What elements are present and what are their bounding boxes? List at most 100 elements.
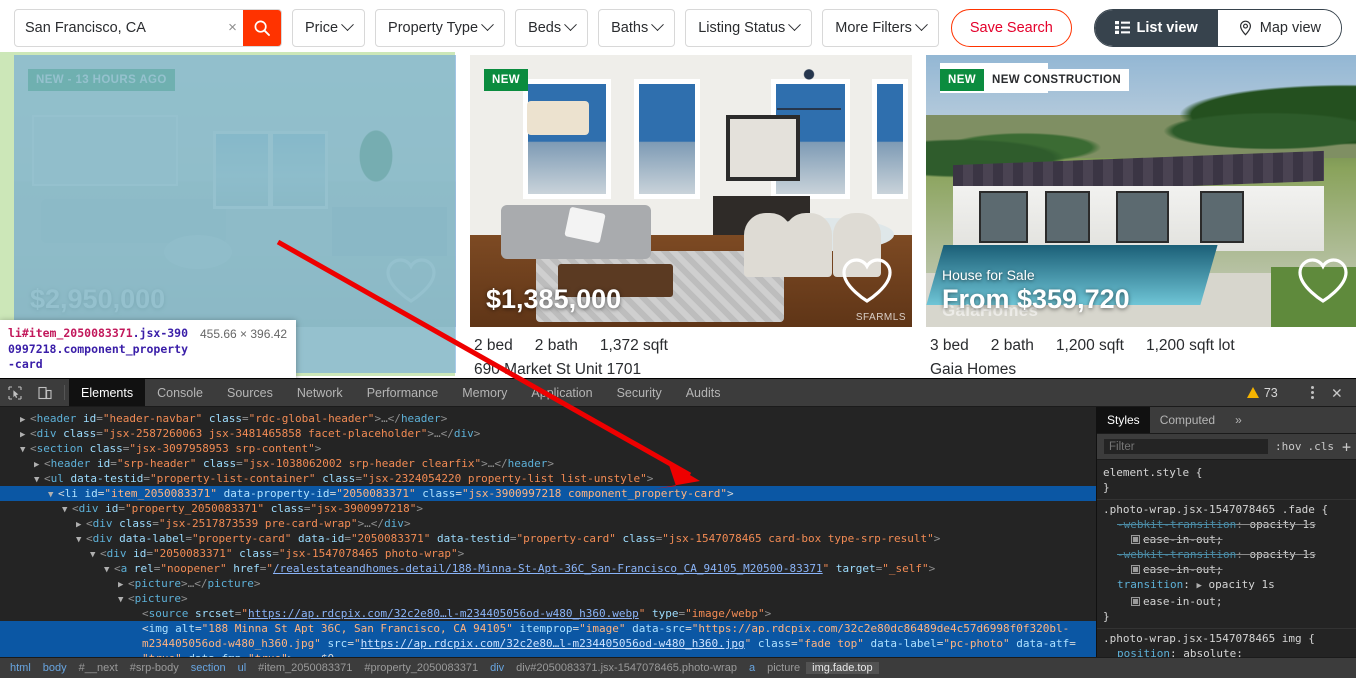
dom-node-row[interactable]: ▶<header id="srp-header" class="jsx-1038… xyxy=(0,456,1096,471)
filter-label: Baths xyxy=(611,20,648,36)
breadcrumb-item[interactable]: #item_2050083371 xyxy=(252,662,358,674)
device-toolbar-button[interactable] xyxy=(30,379,60,406)
chevron-down-icon xyxy=(481,18,494,31)
save-search-button[interactable]: Save Search xyxy=(951,9,1072,47)
property-price-3: From $359,720 xyxy=(942,284,1130,315)
styles-filter-bar: :hov .cls + xyxy=(1097,434,1356,460)
dom-node-row[interactable]: ▼<div id="2050083371" class="jsx-1547078… xyxy=(0,546,1096,561)
location-search-box[interactable]: × xyxy=(14,9,282,47)
computed-tab[interactable]: Computed xyxy=(1150,407,1225,433)
save-property-heart-3[interactable] xyxy=(1296,256,1350,309)
status-badge: NEW - 13 HOURS AGO xyxy=(28,69,175,91)
devtools-tab-application[interactable]: Application xyxy=(519,379,604,406)
new-style-rule-button[interactable]: + xyxy=(1340,438,1353,456)
property-details-3: 3 bed 2 bath 1,200 sqft 1,200 sqft lot G… xyxy=(926,327,1356,378)
warning-counter[interactable]: 73 xyxy=(1239,386,1286,400)
dom-tree-pane[interactable]: ▶<header id="header-navbar" class="rdc-g… xyxy=(0,407,1096,678)
breadcrumb-item[interactable]: img.fade.top xyxy=(806,662,879,674)
filter-listing-status-button[interactable]: Listing Status xyxy=(685,9,812,47)
filter-label: More Filters xyxy=(835,20,912,36)
devtools-close-button[interactable]: ✕ xyxy=(1326,383,1348,403)
property-card-2[interactable]: NEW $1,385,000 SFARMLS 2 bed 2 bath 1,37… xyxy=(470,55,912,378)
breadcrumb-item[interactable]: html xyxy=(4,662,37,674)
style-rule[interactable]: .photo-wrap.jsx-1547078465 .fade {-webki… xyxy=(1097,500,1356,629)
filter-price-button[interactable]: Price xyxy=(292,9,365,47)
hov-toggle[interactable]: :hov xyxy=(1275,440,1302,453)
dom-node-row[interactable]: <source srcset="https://ap.rdcpix.com/32… xyxy=(0,606,1096,621)
property-address-2: 690 Market St Unit 1701 xyxy=(474,361,908,378)
dom-node-row[interactable]: m234405056od-w480_h360.jpg" src="https:/… xyxy=(0,636,1096,651)
devtools-tab-security[interactable]: Security xyxy=(605,379,674,406)
styles-tab[interactable]: Styles xyxy=(1097,407,1150,433)
dom-node-row[interactable]: <img alt="188 Minna St Apt 36C, San Fran… xyxy=(0,621,1096,636)
filter-baths-button[interactable]: Baths xyxy=(598,9,675,47)
map-view-tab[interactable]: Map view xyxy=(1218,10,1341,46)
devtools-tab-sources[interactable]: Sources xyxy=(215,379,285,406)
search-button[interactable] xyxy=(243,9,281,47)
list-view-tab[interactable]: List view xyxy=(1095,10,1218,46)
status-badge-construction: NEW CONSTRUCTION xyxy=(984,69,1129,91)
save-property-heart-1[interactable] xyxy=(384,256,438,309)
status-badge-row: NEW NEW CONSTRUCTION xyxy=(940,69,1129,91)
breadcrumb-item[interactable]: ul xyxy=(232,662,253,674)
devtools-menu-button[interactable] xyxy=(1303,386,1322,399)
styles-rules-list[interactable]: element.style {}.photo-wrap.jsx-15470784… xyxy=(1097,460,1356,678)
breadcrumb-item[interactable]: #srp-body xyxy=(124,662,185,674)
filter-more-filters-button[interactable]: More Filters xyxy=(822,9,939,47)
style-rule[interactable]: element.style {} xyxy=(1097,463,1356,500)
filter-property-type-button[interactable]: Property Type xyxy=(375,9,505,47)
dom-node-row[interactable]: ▼<div data-label="property-card" data-id… xyxy=(0,531,1096,546)
devtools-tab-elements[interactable]: Elements xyxy=(69,379,145,406)
property-type-label-3: House for Sale xyxy=(942,267,1035,283)
dom-node-row[interactable]: ▼<section class="jsx-3097958953 srp-cont… xyxy=(0,441,1096,456)
property-photo-wrap-1[interactable]: NEW - 13 HOURS AGO $2,950,000 xyxy=(14,55,456,327)
property-photo-wrap-3[interactable]: Gaia Homes NEW NEW CONSTRUCTION GaiaHome… xyxy=(926,55,1356,327)
style-declaration[interactable]: -webkit-transition: opacity 1sease-in-ou… xyxy=(1103,517,1350,547)
save-property-heart-2[interactable] xyxy=(840,256,894,309)
style-rule-selector: element.style { xyxy=(1103,465,1350,480)
chevron-down-icon xyxy=(341,18,354,31)
breadcrumb-item[interactable]: #__next xyxy=(73,662,124,674)
breadcrumb-item[interactable]: picture xyxy=(761,662,806,674)
property-card-3[interactable]: Gaia Homes NEW NEW CONSTRUCTION GaiaHome… xyxy=(926,55,1356,378)
search-input[interactable] xyxy=(15,10,222,46)
devtools-tab-console[interactable]: Console xyxy=(145,379,215,406)
cls-toggle[interactable]: .cls xyxy=(1308,440,1335,453)
list-icon xyxy=(1115,21,1130,34)
devtools-tab-network[interactable]: Network xyxy=(285,379,355,406)
filter-beds-button[interactable]: Beds xyxy=(515,9,588,47)
dom-breadcrumb[interactable]: htmlbody#__next#srp-bodysectionul#item_2… xyxy=(0,657,1356,678)
map-pin-icon xyxy=(1238,20,1253,36)
breadcrumb-item[interactable]: #property_2050083371 xyxy=(358,662,484,674)
dom-node-row[interactable]: ▼<li id="item_2050083371" data-property-… xyxy=(0,486,1096,501)
styles-filter-input[interactable] xyxy=(1103,438,1269,455)
breadcrumb-item[interactable]: div xyxy=(484,662,510,674)
dom-node-row[interactable]: ▼<picture> xyxy=(0,591,1096,606)
list-view-label: List view xyxy=(1137,20,1198,36)
breadcrumb-item[interactable]: body xyxy=(37,662,73,674)
more-tabs-button[interactable]: » xyxy=(1225,407,1252,433)
breadcrumb-item[interactable]: section xyxy=(185,662,232,674)
breadcrumb-item[interactable]: div#2050083371.jsx-1547078465.photo-wrap xyxy=(510,662,743,674)
dom-node-row[interactable]: ▼<ul data-testid="property-list-containe… xyxy=(0,471,1096,486)
search-icon xyxy=(253,19,271,37)
property-photo-wrap-2[interactable]: NEW $1,385,000 SFARMLS xyxy=(470,55,912,327)
property-address-3: Gaia Homes xyxy=(930,361,1356,378)
dom-node-row[interactable]: ▶<div class="jsx-2517873539 pre-card-wra… xyxy=(0,516,1096,531)
clear-search-icon[interactable]: × xyxy=(222,10,243,46)
devtools-tab-memory[interactable]: Memory xyxy=(450,379,519,406)
dom-node-row[interactable]: ▶<header id="header-navbar" class="rdc-g… xyxy=(0,411,1096,426)
dom-node-row[interactable]: ▼<div id="property_2050083371" class="js… xyxy=(0,501,1096,516)
style-declaration[interactable]: -webkit-transition: opacity 1sease-in-ou… xyxy=(1103,547,1350,577)
heart-icon xyxy=(384,256,438,304)
dom-node-row[interactable]: ▶<div class="jsx-2587260063 jsx-34814658… xyxy=(0,426,1096,441)
devtools-tab-performance[interactable]: Performance xyxy=(355,379,451,406)
dom-tree[interactable]: ▶<header id="header-navbar" class="rdc-g… xyxy=(0,407,1096,666)
devtools-tab-audits[interactable]: Audits xyxy=(674,379,733,406)
inspect-tooltip-selector: li#item_2050083371.jsx-3900997218.compon… xyxy=(8,326,194,373)
dom-node-row[interactable]: ▶<picture>…</picture> xyxy=(0,576,1096,591)
breadcrumb-item[interactable]: a xyxy=(743,662,761,674)
inspect-element-button[interactable] xyxy=(0,379,30,406)
style-declaration[interactable]: transition: ▶ opacity 1sease-in-out; xyxy=(1103,577,1350,609)
dom-node-row[interactable]: ▼<a rel="noopener" href="/realestateandh… xyxy=(0,561,1096,576)
